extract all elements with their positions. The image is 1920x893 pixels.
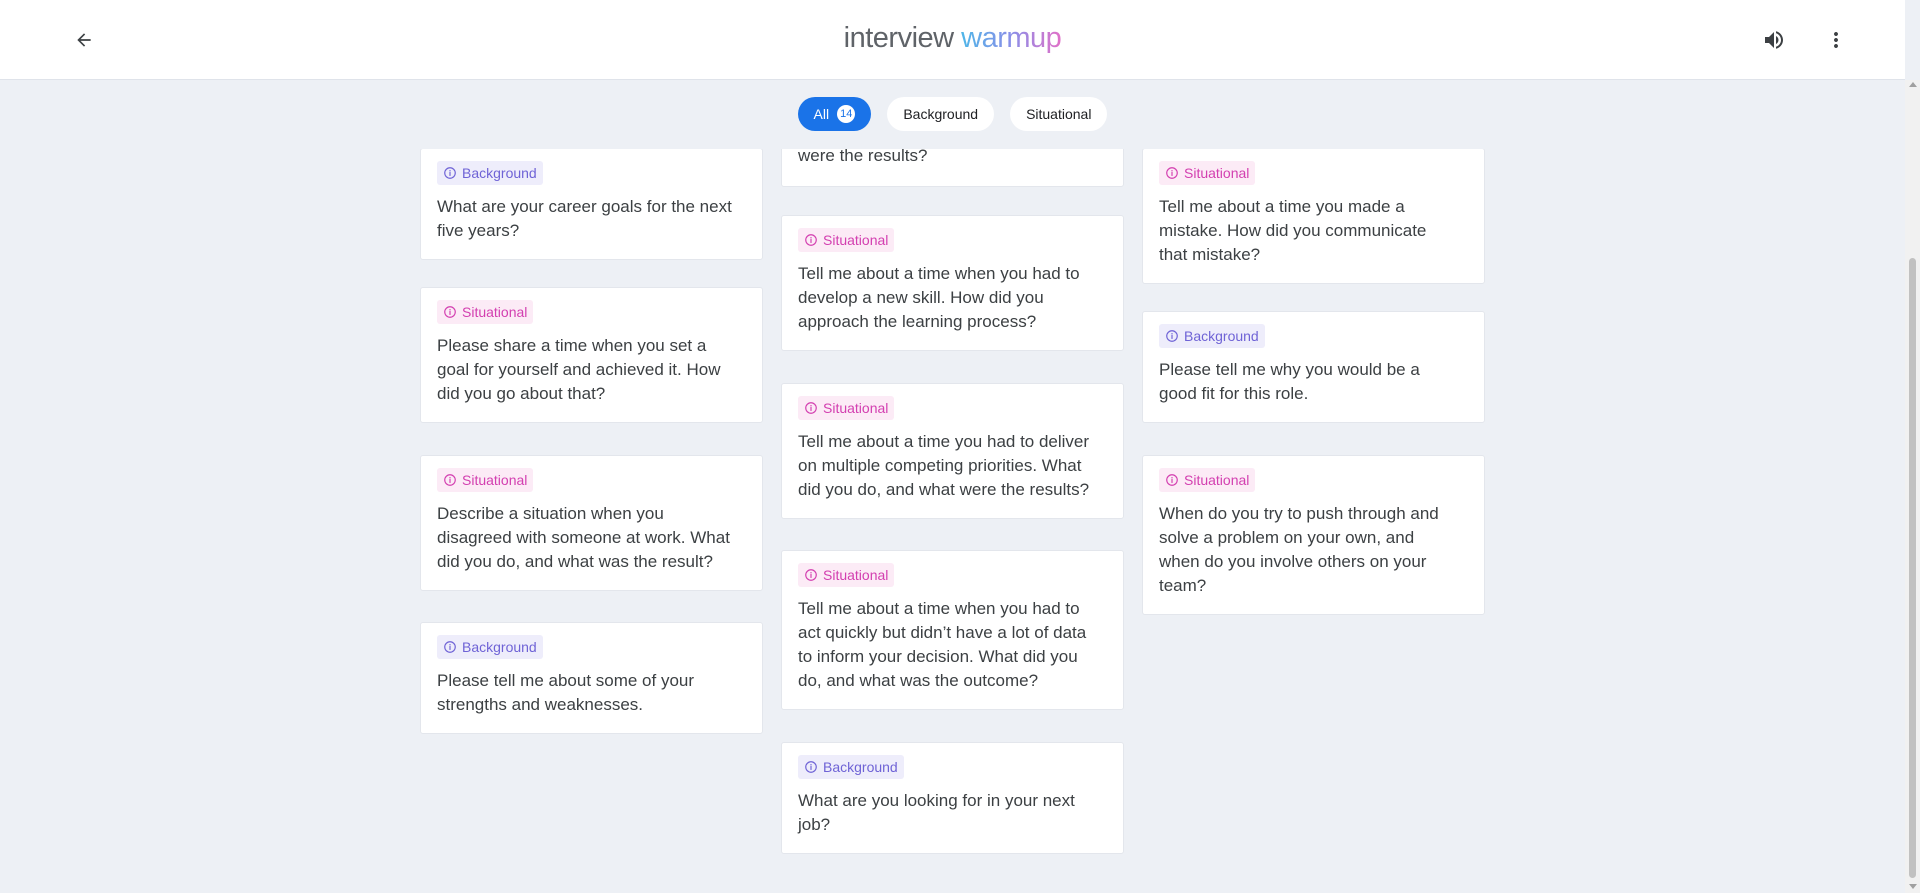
category-tag-background: Background [437, 161, 543, 185]
logo-word-interview: interview [843, 22, 954, 54]
question-text: What are your career goals for the next … [437, 197, 732, 240]
vertical-scrollbar[interactable] [1905, 80, 1920, 893]
category-label: Situational [1184, 472, 1250, 488]
question-card[interactable]: Situational Tell me about a time you mad… [1142, 148, 1485, 284]
question-card[interactable]: Background Please tell me why you would … [1142, 311, 1485, 423]
category-tag-situational: Situational [1159, 161, 1256, 185]
top-app-bar: interview warmup [0, 0, 1905, 80]
category-tag-situational: Situational [437, 468, 534, 492]
logo-word-warmup: warmup [961, 22, 1062, 54]
category-tag-situational: Situational [798, 563, 895, 587]
question-card[interactable]: Background What are you looking for in y… [781, 742, 1124, 854]
app-logo: interview warmup [0, 22, 1905, 55]
question-card[interactable]: Situational Tell me about a time when yo… [781, 215, 1124, 351]
category-label: Background [1184, 328, 1259, 344]
question-list: Background What are your career goals fo… [0, 81, 1905, 893]
filter-chip-situational-label: Situational [1026, 106, 1092, 122]
filter-chip-background-label: Background [903, 106, 979, 122]
info-icon [1166, 474, 1178, 486]
question-text: Please tell me why you would be a good f… [1159, 360, 1420, 403]
category-tag-situational: Situational [1159, 468, 1256, 492]
info-icon [444, 306, 456, 318]
category-label: Situational [823, 400, 889, 416]
question-card[interactable]: Situational Please share a time when you… [420, 287, 763, 423]
info-icon [1166, 167, 1178, 179]
question-card[interactable]: Situational Tell me about a time when yo… [781, 550, 1124, 710]
question-card[interactable]: Situational Tell me about a time you had… [781, 383, 1124, 519]
category-label: Background [823, 759, 898, 775]
question-text: Please share a time when you set a goal … [437, 336, 721, 403]
info-icon [444, 641, 456, 653]
info-icon [805, 761, 817, 773]
info-icon [444, 167, 456, 179]
category-label: Background [462, 165, 537, 181]
category-label: Situational [462, 472, 528, 488]
question-text: Please tell me about some of your streng… [437, 671, 695, 714]
filter-count-badge: 14 [837, 105, 856, 123]
category-label: Situational [823, 232, 889, 248]
volume-icon [1765, 31, 1783, 49]
scroll-up-arrow-icon[interactable] [1909, 82, 1917, 87]
question-card[interactable]: Situational Describe a situation when yo… [420, 455, 763, 591]
more-options-button[interactable] [1820, 24, 1852, 56]
info-icon [805, 569, 817, 581]
question-text: Tell me about a time when you had to dev… [798, 264, 1080, 331]
filter-chip-bar: All 14 Background Situational [0, 97, 1905, 131]
question-text: Tell me about a time when you had to act… [798, 599, 1087, 690]
question-text: Describe a situation when you disagreed … [437, 504, 730, 571]
question-text: Tell me about a time you had to deliver … [798, 432, 1090, 499]
question-text: When do you try to push through and solv… [1159, 504, 1439, 595]
filter-chip-background[interactable]: Background [887, 97, 995, 131]
category-label: Situational [462, 304, 528, 320]
filter-chip-all[interactable]: All 14 [797, 97, 872, 131]
info-icon [1166, 330, 1178, 342]
filter-chip-situational[interactable]: Situational [1010, 97, 1108, 131]
filter-chip-all-label: All [813, 106, 830, 122]
category-tag-background: Background [798, 755, 904, 779]
scrollbar-thumb[interactable] [1909, 258, 1916, 878]
sound-button[interactable] [1758, 24, 1790, 56]
question-card[interactable]: Situational When do you try to push thro… [1142, 455, 1485, 615]
question-text: Tell me about a time you made a mistake.… [1159, 197, 1427, 264]
category-tag-background: Background [1159, 324, 1265, 348]
info-icon [805, 234, 817, 246]
category-tag-situational: Situational [798, 228, 895, 252]
category-label: Situational [1184, 165, 1250, 181]
question-card[interactable]: Background Please tell me about some of … [420, 622, 763, 734]
more-vert-icon [1834, 32, 1838, 48]
category-tag-situational: Situational [798, 396, 895, 420]
info-icon [444, 474, 456, 486]
scroll-down-arrow-icon[interactable] [1909, 884, 1917, 889]
category-tag-background: Background [437, 635, 543, 659]
question-text: What are you looking for in your next jo… [798, 791, 1075, 834]
category-tag-situational: Situational [437, 300, 534, 324]
question-card[interactable]: Background What are your career goals fo… [420, 148, 763, 260]
category-label: Situational [823, 567, 889, 583]
info-icon [805, 402, 817, 414]
category-label: Background [462, 639, 537, 655]
